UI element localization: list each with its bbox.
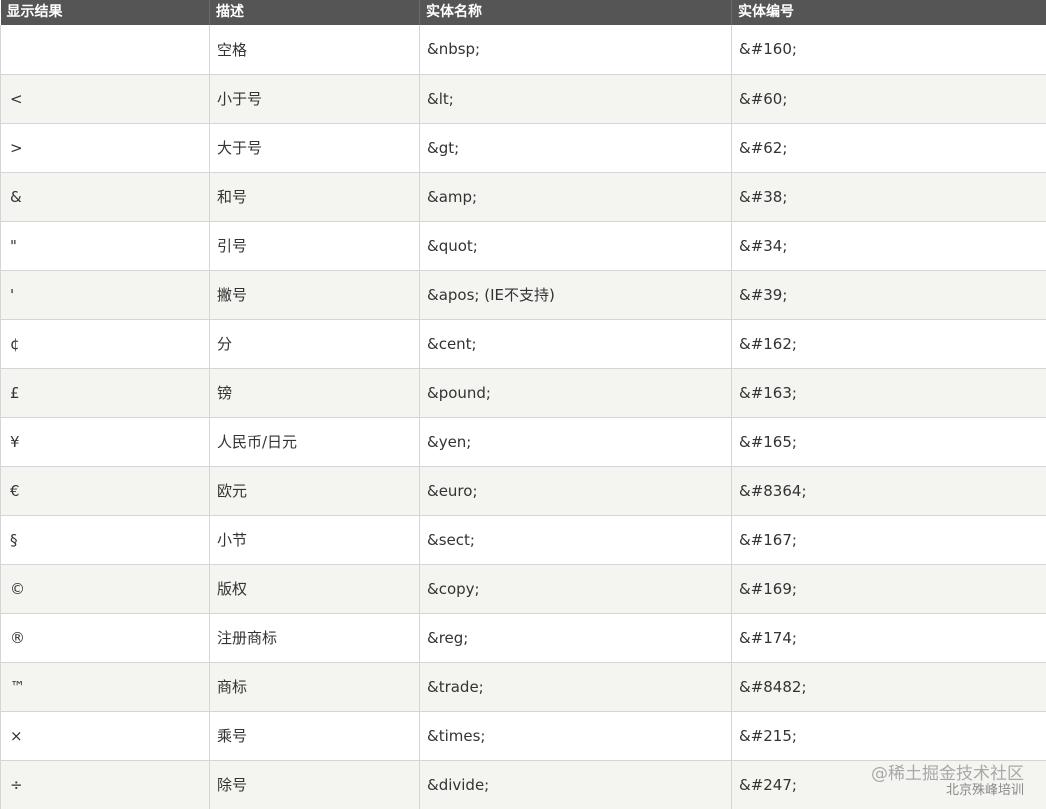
cell-result: < <box>0 74 210 124</box>
table-row: £ 镑 &pound; &#163; <box>0 368 1046 418</box>
cell-entity-name: &lt; <box>419 74 732 124</box>
table-row: < 小于号 &lt; &#60; <box>0 74 1046 124</box>
table-body: 空格 &nbsp; &#160; < 小于号 &lt; &#60; > 大于号 … <box>0 25 1046 809</box>
table-row: ™ 商标 &trade; &#8482; <box>0 662 1046 712</box>
cell-entity-name: &trade; <box>419 662 732 712</box>
table-row: ¥ 人民币/日元 &yen; &#165; <box>0 417 1046 467</box>
cell-entity-number: &#8364; <box>731 466 1046 516</box>
cell-result: ™ <box>0 662 210 712</box>
cell-entity-number: &#215; <box>731 711 1046 761</box>
cell-entity-number: &#38; <box>731 172 1046 222</box>
cell-entity-number: &#167; <box>731 515 1046 565</box>
cell-entity-number: &#62; <box>731 123 1046 173</box>
cell-entity-number: &#34; <box>731 221 1046 271</box>
cell-description: 撇号 <box>209 270 420 320</box>
cell-result: ¥ <box>0 417 210 467</box>
table-row: € 欧元 &euro; &#8364; <box>0 466 1046 516</box>
watermark: @稀土掘金技术社区 北京殊峰培训 <box>871 763 1024 799</box>
table-row: > 大于号 &gt; &#62; <box>0 123 1046 173</box>
cell-result: § <box>0 515 210 565</box>
table-row: ® 注册商标 &reg; &#174; <box>0 613 1046 663</box>
cell-entity-name: &pound; <box>419 368 732 418</box>
cell-entity-name: &sect; <box>419 515 732 565</box>
cell-result: & <box>0 172 210 222</box>
cell-description: 乘号 <box>209 711 420 761</box>
cell-result: £ <box>0 368 210 418</box>
cell-entity-name: &yen; <box>419 417 732 467</box>
cell-entity-number: &#174; <box>731 613 1046 663</box>
table-row: ¢ 分 &cent; &#162; <box>0 319 1046 369</box>
cell-result: ¢ <box>0 319 210 369</box>
cell-description: 版权 <box>209 564 420 614</box>
cell-entity-name: &divide; <box>419 760 732 809</box>
cell-description: 和号 <box>209 172 420 222</box>
header-entity-number: 实体编号 <box>731 0 1046 25</box>
table-header: 显示结果 描述 实体名称 实体编号 <box>0 0 1046 25</box>
cell-description: 空格 <box>209 25 420 75</box>
cell-description: 引号 <box>209 221 420 271</box>
table-row: § 小节 &sect; &#167; <box>0 515 1046 565</box>
cell-description: 分 <box>209 319 420 369</box>
cell-entity-number: &#8482; <box>731 662 1046 712</box>
cell-entity-name: &reg; <box>419 613 732 663</box>
cell-entity-name: &euro; <box>419 466 732 516</box>
table-row: " 引号 &quot; &#34; <box>0 221 1046 271</box>
header-entity-name: 实体名称 <box>419 0 732 25</box>
cell-entity-number: &#169; <box>731 564 1046 614</box>
cell-result: " <box>0 221 210 271</box>
table-row: ' 撇号 &apos; (IE不支持) &#39; <box>0 270 1046 320</box>
cell-entity-name: &nbsp; <box>419 25 732 75</box>
table-row: & 和号 &amp; &#38; <box>0 172 1046 222</box>
cell-result: © <box>0 564 210 614</box>
cell-result: ® <box>0 613 210 663</box>
header-description: 描述 <box>209 0 420 25</box>
cell-entity-number: &#60; <box>731 74 1046 124</box>
cell-result: > <box>0 123 210 173</box>
cell-result: € <box>0 466 210 516</box>
cell-description: 除号 <box>209 760 420 809</box>
cell-description: 人民币/日元 <box>209 417 420 467</box>
cell-entity-name: &quot; <box>419 221 732 271</box>
cell-result: × <box>0 711 210 761</box>
cell-entity-number: &#163; <box>731 368 1046 418</box>
cell-result: ' <box>0 270 210 320</box>
cell-description: 商标 <box>209 662 420 712</box>
cell-description: 小节 <box>209 515 420 565</box>
cell-description: 大于号 <box>209 123 420 173</box>
cell-entity-number: &#162; <box>731 319 1046 369</box>
entity-table-container: 显示结果 描述 实体名称 实体编号 空格 &nbsp; &#160; < 小于号… <box>0 0 1046 809</box>
watermark-sub: 北京殊峰培训 <box>945 783 1024 799</box>
cell-entity-name: &amp; <box>419 172 732 222</box>
cell-result <box>0 25 210 75</box>
cell-entity-name: &copy; <box>419 564 732 614</box>
cell-entity-name: &times; <box>419 711 732 761</box>
html-entity-table: 显示结果 描述 实体名称 实体编号 空格 &nbsp; &#160; < 小于号… <box>0 0 1046 809</box>
cell-entity-number: &#160; <box>731 25 1046 75</box>
watermark-main: @稀土掘金技术社区 <box>871 763 1024 784</box>
cell-entity-name: &gt; <box>419 123 732 173</box>
table-row: × 乘号 &times; &#215; <box>0 711 1046 761</box>
table-row: 空格 &nbsp; &#160; <box>0 25 1046 75</box>
header-row: 显示结果 描述 实体名称 实体编号 <box>0 0 1046 25</box>
cell-result: ÷ <box>0 760 210 809</box>
table-row: © 版权 &copy; &#169; <box>0 564 1046 614</box>
cell-description: 欧元 <box>209 466 420 516</box>
cell-description: 小于号 <box>209 74 420 124</box>
cell-entity-name: &apos; (IE不支持) <box>419 270 732 320</box>
cell-entity-name: &cent; <box>419 319 732 369</box>
cell-entity-number: &#165; <box>731 417 1046 467</box>
cell-description: 镑 <box>209 368 420 418</box>
cell-entity-number: &#39; <box>731 270 1046 320</box>
header-result: 显示结果 <box>0 0 210 25</box>
cell-description: 注册商标 <box>209 613 420 663</box>
